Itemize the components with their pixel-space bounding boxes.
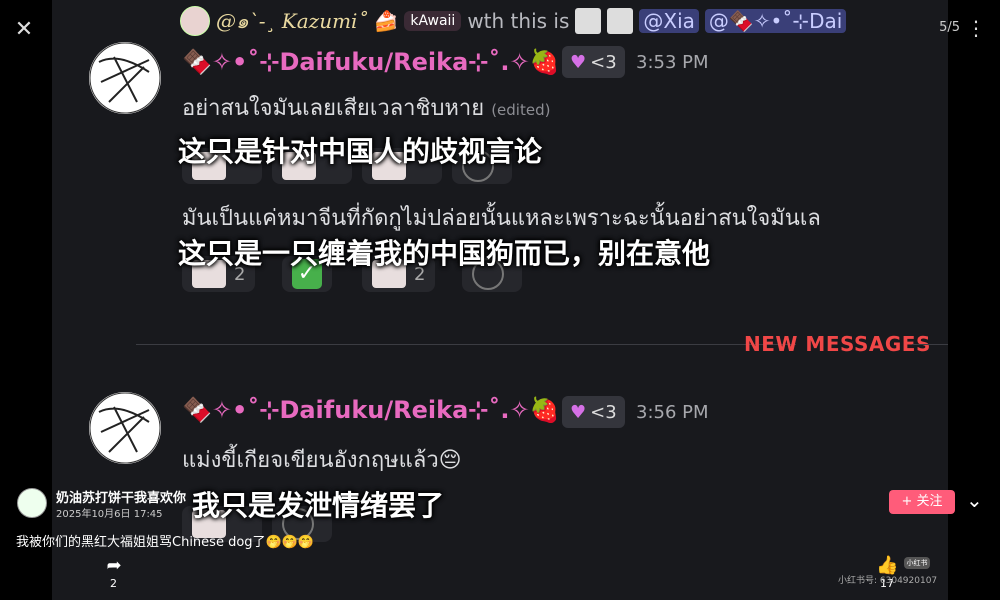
author-avatar[interactable] [17,488,47,518]
share-icon[interactable]: ➦ [104,555,124,576]
new-messages-divider-line [136,344,796,345]
heart-icon: ♥ [570,51,587,73]
watermark: 小红书号: 6304920107 [838,576,938,586]
post-date: 2025年10月6日 17:45 [56,509,163,520]
share-count: 2 [110,577,117,590]
screenshot-panel: @๑`-¸ Kazumi˚ 🍰 kAwaii wth this is @Xia … [52,0,948,600]
edited-label: (edited) [491,101,551,119]
message-text: แม่งขี้เกียจเขียนอังกฤษแล้ว😔 [182,448,462,473]
subtitle: 这只是一只缠着我的中国狗而已，别在意他 [178,237,711,270]
user-avatar[interactable] [89,42,161,114]
app-logo: 小红书 [904,557,930,569]
timestamp: 3:53 PM [636,52,709,73]
kawaii-badge: kAwaii [404,11,462,31]
subtitle: 这只是针对中国人的歧视言论 [178,135,543,168]
heart-icon: ♥ [570,401,587,423]
username[interactable]: 🍫✧•˚⊹Daifuku/Reika⊹˚.✧🍓 [182,48,559,76]
message-text: อย่าสนใจมันเลยเสียเวลาชิบหาย (edited) [182,90,550,125]
role-badge: ♥ <3 [562,396,625,428]
post-caption: 我被你们的黑红大福姐姐骂Chinese dog了🤭🤭🤭 [16,535,315,550]
message-text-1: อย่าสนใจมันเลยเสียเวลาชิบหาย [182,96,485,121]
user-avatar[interactable] [89,392,161,464]
new-messages-label: NEW MESSAGES [744,332,931,356]
badge-text: <3 [590,401,617,423]
reply-bar: @๑`-¸ Kazumi˚ 🍰 kAwaii wth this is @Xia … [180,4,847,38]
like-icon[interactable]: 👍 [876,555,898,576]
reply-avatar [180,6,210,36]
chevron-down-icon[interactable]: ⌄ [966,488,983,512]
timestamp: 3:56 PM [636,402,709,423]
sticker-icon [607,8,634,34]
follow-button[interactable]: + 关注 [889,490,955,514]
badge-text: <3 [590,51,617,73]
message-text: มันเป็นแค่หมาจีนที่กัดกูไม่ปล่อยนั้นแหละ… [182,206,821,231]
role-badge: ♥ <3 [562,46,625,78]
username[interactable]: 🍫✧•˚⊹Daifuku/Reika⊹˚.✧🍓 [182,396,559,424]
reply-author: @๑`-¸ Kazumi˚ [216,9,368,33]
avatar-sketch-icon [89,42,161,114]
mention-dai[interactable]: @🍫✧•˚⊹Dai [704,9,847,33]
author-name[interactable]: 奶油苏打饼干我喜欢你 [56,487,186,506]
new-messages-divider-line [912,344,948,345]
reply-text: wth this is [467,9,570,33]
cake-icon: 🍰 [373,9,399,33]
close-icon[interactable]: ✕ [12,18,36,42]
avatar-sketch-icon [89,392,161,464]
mention-xia[interactable]: @Xia [639,9,699,33]
subtitle: 我只是发泄情绪罢了 [192,489,445,522]
more-icon[interactable]: ⋮ [964,16,988,40]
page-counter: 5/5 [939,20,960,35]
sticker-icon [575,8,602,34]
